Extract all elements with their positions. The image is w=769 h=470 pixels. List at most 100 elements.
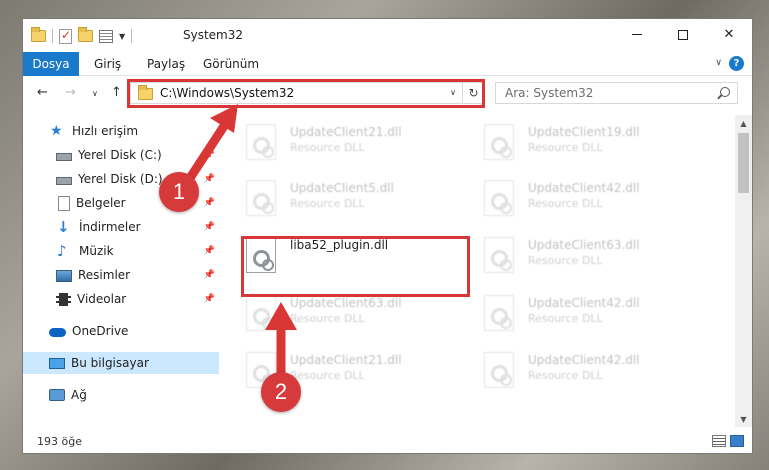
file-type: Resource DLL [528, 312, 603, 325]
dropdown-arrow-icon[interactable]: ▼ [119, 32, 125, 41]
customize-toolbar-icon[interactable] [99, 29, 113, 43]
sidebar-item-label: Ağ [71, 388, 87, 402]
disk-icon [56, 153, 72, 161]
pictures-icon [56, 269, 72, 282]
sidebar-item-label: Videolar [77, 292, 127, 306]
file-item[interactable]: UpdateClient42.dll Resource DLL [458, 174, 678, 220]
onedrive-cloud-icon [49, 328, 66, 337]
pin-icon: 📌 [203, 246, 215, 256]
chevron-down-icon[interactable]: ∨ [715, 58, 722, 68]
pin-icon: 📌 [203, 174, 215, 184]
window-controls: ✕ [614, 19, 752, 50]
status-bar: 193 öğe [23, 427, 752, 453]
sidebar-item-this-pc[interactable]: Bu bilgisayar [23, 352, 219, 374]
tab-share[interactable]: Paylaş [147, 57, 185, 71]
maximize-icon [678, 29, 688, 40]
sidebar-item-pictures[interactable]: Resimler 📌 [23, 264, 219, 286]
properties-check-icon[interactable] [59, 28, 72, 44]
tab-home[interactable]: Giriş [94, 57, 121, 71]
dll-file-icon [246, 124, 276, 160]
step-1-badge: 1 [159, 172, 199, 212]
toolbar-separator [131, 29, 133, 43]
ribbon-tabs: Dosya Giriş Paylaş Görünüm ∨ ? [23, 52, 752, 76]
maximize-button[interactable] [660, 19, 706, 50]
file-type: Resource DLL [290, 197, 365, 210]
music-icon: ♪ [57, 242, 67, 260]
pin-icon: 📌 [203, 294, 215, 304]
tab-view[interactable]: Görünüm [203, 57, 259, 71]
pin-icon: 📌 [203, 198, 215, 208]
forward-arrow-icon[interactable]: → [65, 85, 76, 100]
sidebar-item-downloads[interactable]: ↓ İndirmeler 📌 [23, 216, 219, 238]
search-icon[interactable] [720, 87, 730, 97]
large-icons-view-icon[interactable] [730, 435, 744, 447]
network-icon [49, 389, 65, 401]
sidebar-item-onedrive[interactable]: OneDrive [23, 320, 219, 342]
file-item[interactable]: UpdateClient63.dll Resource DLL [458, 231, 678, 277]
dll-file-icon [484, 124, 514, 160]
file-name: UpdateClient19.dll [528, 125, 640, 139]
sidebar-item-label: OneDrive [72, 324, 129, 338]
recent-locations-icon[interactable]: ∨ [92, 89, 98, 98]
sidebar-item-label: Hızlı erişim [72, 124, 139, 138]
file-name: UpdateClient42.dll [528, 181, 640, 195]
new-folder-icon[interactable] [78, 27, 93, 42]
tab-file[interactable]: Dosya [23, 52, 79, 76]
sidebar-item-videos[interactable]: Videolar 📌 [23, 288, 219, 310]
sidebar-item-network[interactable]: Ağ [23, 384, 219, 406]
sidebar-item-label: Bu bilgisayar [71, 356, 149, 370]
file-name: UpdateClient21.dll [290, 125, 402, 139]
dll-file-icon [484, 295, 514, 331]
quick-access-toolbar: ▼ [31, 27, 133, 45]
file-item[interactable]: UpdateClient42.dll Resource DLL [458, 289, 678, 335]
file-type: Resource DLL [528, 197, 603, 210]
file-item[interactable]: UpdateClient21.dll Resource DLL [220, 118, 440, 164]
file-name: UpdateClient63.dll [528, 238, 640, 252]
computer-icon [49, 357, 65, 369]
toolbar-separator [52, 29, 53, 43]
close-icon: ✕ [723, 27, 735, 42]
downloads-icon: ↓ [57, 218, 70, 236]
window-title: System32 [183, 28, 244, 42]
search-input[interactable]: Ara: System32 [495, 82, 738, 104]
sidebar-item-label: Yerel Disk (C:) [78, 148, 162, 162]
file-item[interactable]: UpdateClient42.dll Resource DLL [458, 346, 678, 392]
sidebar-item-local-disk-c[interactable]: Yerel Disk (C:) 📌 [23, 144, 219, 166]
title-bar: ▼ System32 ✕ [23, 19, 752, 51]
dll-file-icon [246, 295, 276, 331]
file-type: Resource DLL [528, 369, 603, 382]
scroll-down-icon[interactable]: ▼ [735, 411, 752, 427]
file-type: Resource DLL [290, 369, 365, 382]
file-name: UpdateClient42.dll [528, 296, 640, 310]
minimize-button[interactable] [614, 19, 660, 50]
close-button[interactable]: ✕ [706, 19, 752, 50]
file-item[interactable]: UpdateClient5.dll Resource DLL [220, 174, 440, 220]
dll-file-icon [246, 180, 276, 216]
back-arrow-icon[interactable]: ← [37, 85, 48, 100]
pin-icon: 📌 [203, 270, 215, 280]
file-type: Resource DLL [528, 141, 603, 154]
file-name: UpdateClient63.dll [290, 296, 402, 310]
sidebar-item-label: Resimler [78, 268, 131, 282]
disk-icon [56, 177, 72, 185]
file-type: Resource DLL [290, 312, 365, 325]
scroll-up-icon[interactable]: ▲ [735, 115, 752, 131]
file-item[interactable]: UpdateClient19.dll Resource DLL [458, 118, 678, 164]
help-icon[interactable]: ? [729, 56, 744, 71]
sidebar-item-quick-access[interactable]: ★ Hızlı erişim [23, 120, 219, 142]
pin-icon: 📌 [203, 222, 215, 232]
navigation-pane: ★ Hızlı erişim Yerel Disk (C:) 📌 Yerel D… [23, 115, 219, 427]
details-view-icon[interactable] [712, 435, 726, 447]
documents-icon [58, 195, 70, 211]
vertical-scrollbar[interactable]: ▲ ▼ [735, 115, 752, 427]
sidebar-item-label: Müzik [79, 244, 114, 258]
sidebar-item-label: Yerel Disk (D:) [78, 172, 163, 186]
file-name: UpdateClient5.dll [290, 181, 394, 195]
file-item[interactable]: UpdateClient21.dll Resource DLL [220, 346, 440, 392]
up-arrow-icon[interactable]: ↑ [111, 85, 122, 100]
sidebar-item-label: Belgeler [76, 196, 126, 210]
folder-icon[interactable] [31, 27, 46, 42]
file-name: UpdateClient42.dll [528, 353, 640, 367]
sidebar-item-music[interactable]: ♪ Müzik 📌 [23, 240, 219, 262]
scroll-thumb[interactable] [738, 133, 749, 193]
